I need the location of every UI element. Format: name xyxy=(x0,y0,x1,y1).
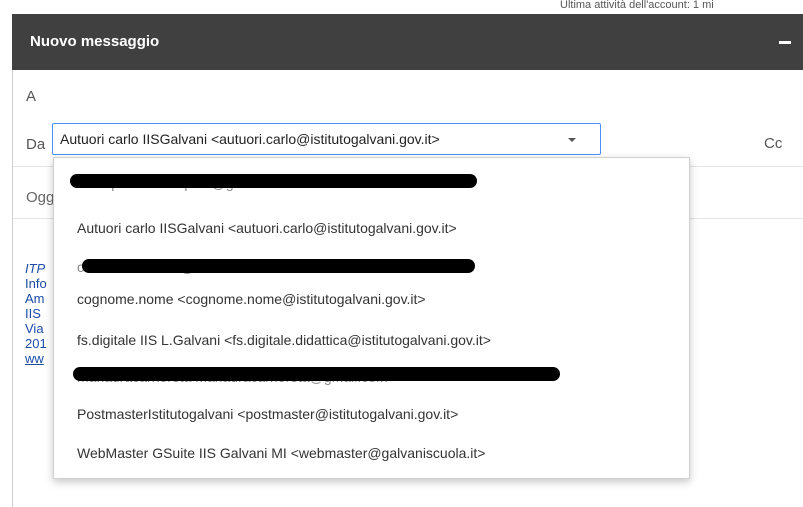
redaction-bar xyxy=(73,367,560,381)
from-option[interactable]: WebMaster GSuite IIS Galvani MI <webmast… xyxy=(54,433,689,473)
signature-line: Am xyxy=(25,291,45,306)
signature-line: IIS xyxy=(25,306,41,321)
to-label[interactable]: A xyxy=(26,88,36,105)
signature-line: ITP xyxy=(25,261,46,276)
from-select[interactable]: Autuori carlo IISGalvani <autuori.carlo@… xyxy=(52,123,601,155)
from-dropdown-menu: carlo.p....... carlo.p.....@gmail.com Au… xyxy=(53,157,690,479)
from-label: Da xyxy=(26,136,46,153)
minimize-icon[interactable] xyxy=(779,41,791,44)
chevron-down-icon[interactable] xyxy=(568,138,576,142)
compose-title: Nuovo messaggio xyxy=(30,33,160,50)
from-option[interactable]: Autuori carlo IISGalvani <autuori.carlo@… xyxy=(54,208,689,248)
from-selected-value: Autuori carlo IISGalvani <autuori.carlo@… xyxy=(60,131,440,147)
signature-line: 201 xyxy=(25,336,47,351)
signature-link[interactable]: ww xyxy=(25,351,47,366)
redaction-bar xyxy=(70,174,477,188)
signature-line: Info xyxy=(25,276,47,291)
cc-link[interactable]: Cc xyxy=(764,135,782,152)
from-option[interactable]: cognome.nome <cognome.nome@istitutogalva… xyxy=(54,279,689,319)
from-option[interactable]: PostmasterIstitutogalvani <postmaster@is… xyxy=(54,394,689,434)
redaction-bar xyxy=(82,259,475,273)
from-option[interactable]: fs.digitale IIS L.Galvani <fs.digitale.d… xyxy=(54,320,689,360)
signature-block: ITP Info Am IIS Via 201 ww xyxy=(25,261,47,366)
compose-header: Nuovo messaggio xyxy=(12,14,803,70)
account-activity-text: Ultima attività dell'account: 1 mi xyxy=(560,0,714,11)
signature-line: Via xyxy=(25,321,44,336)
